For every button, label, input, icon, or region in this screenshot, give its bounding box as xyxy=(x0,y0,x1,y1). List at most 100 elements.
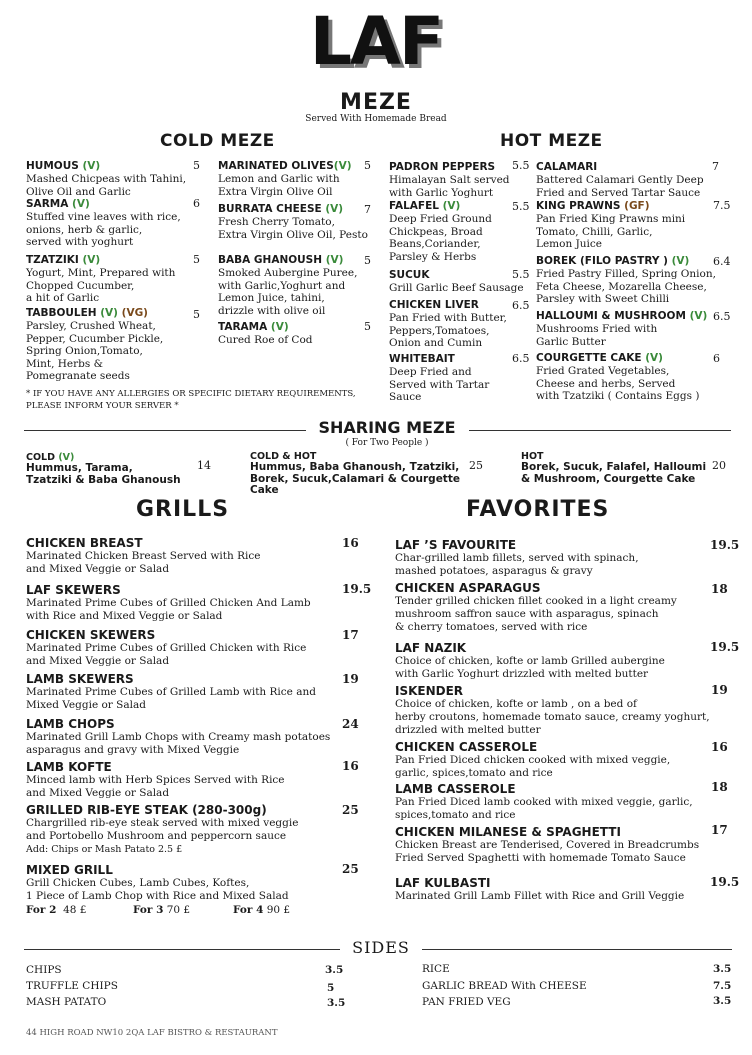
vegetarian-tag: (V) xyxy=(72,198,90,210)
cold-meze-title: COLD MEZE xyxy=(160,131,275,151)
option-price: 48 £ xyxy=(63,904,87,916)
menu-item: SUCUK Grill Garlic Beef Sausage xyxy=(389,269,524,295)
menu-item: SARMA (V) Stuffed vine leaves with rice,… xyxy=(26,198,206,249)
side-name: TRUFFLE CHIPS xyxy=(26,980,118,992)
sharing-option-price: 20 xyxy=(712,459,726,472)
menu-item: CHICKEN BREAST Marinated Chicken Breast … xyxy=(26,536,346,576)
item-price: 6 xyxy=(193,197,200,210)
item-description: Parsley, Crushed Wheat, Pepper, Cucumber… xyxy=(26,320,164,382)
item-description: Smoked Aubergine Puree, with Garlic,Yogh… xyxy=(218,267,358,317)
item-description: Mushrooms Fried with Garlic Butter xyxy=(536,323,658,348)
item-name: LAF ’S FAVOURITE xyxy=(395,538,517,552)
item-description: Mashed Chicpeas with Tahini, Olive Oil a… xyxy=(26,173,187,198)
menu-item: LAF KULBASTI Marinated Grill Lamb Fillet… xyxy=(395,876,715,903)
vegetarian-tag: (V) xyxy=(325,254,344,266)
menu-item: LAMB CHOPS Marinated Grill Lamb Chops wi… xyxy=(26,717,346,757)
item-description: Marinated Prime Cubes of Grilled Chicken… xyxy=(26,642,307,667)
menu-item: PADRON PEPPERS Himalayan Salt served wit… xyxy=(389,161,524,199)
item-name: KING PRAWNS xyxy=(536,200,621,212)
item-name: SARMA xyxy=(26,198,69,210)
item-price: 7 xyxy=(712,160,719,173)
item-description: Chicken Breast are Tenderised, Covered i… xyxy=(395,839,700,864)
vegetarian-tag: (V) xyxy=(442,200,461,212)
item-description: Yogurt, Mint, Prepared with Chopped Cucu… xyxy=(26,267,176,304)
menu-item: WHITEBAIT Deep Fried and Served with Tar… xyxy=(389,353,524,404)
item-description: Marinated Grill Lamb Fillet with Rice an… xyxy=(395,890,685,902)
item-price: 5.5 xyxy=(512,159,530,172)
side-name: MASH PATATO xyxy=(26,996,107,1008)
item-price: 5 xyxy=(364,254,371,267)
menu-item: BOREK (FILO PASTRY ) (V) Fried Pastry Fi… xyxy=(536,255,721,306)
item-description: Deep Fried Ground Chickpeas, Broad Beans… xyxy=(389,213,492,263)
favorites-title: FAVORITES xyxy=(466,497,610,522)
item-name: SUCUK xyxy=(389,269,430,281)
item-price: 5.5 xyxy=(512,200,530,213)
menu-item: BABA GHANOUSH (V) Smoked Aubergine Puree… xyxy=(218,254,368,317)
item-name: LAMB SKEWERS xyxy=(26,672,134,686)
meze-subtitle: Served With Homemade Bread xyxy=(305,114,447,124)
sides-title: SIDES xyxy=(352,938,410,957)
menu-item: TARAMA (V) Cured Roe of Cod xyxy=(218,321,368,347)
item-description: Cured Roe of Cod xyxy=(218,334,313,346)
menu-item: TZATZIKI (V) Yogurt, Mint, Prepared with… xyxy=(26,254,206,305)
item-price: 5 xyxy=(193,159,200,172)
item-name: LAF KULBASTI xyxy=(395,876,491,890)
item-name: BABA GHANOUSH xyxy=(218,254,323,266)
sharing-option-price: 14 xyxy=(197,459,211,472)
menu-item: TABBOULEH (V) (VG) Parsley, Crushed Whea… xyxy=(26,307,206,383)
menu-item: LAMB CASSEROLE Pan Fried Diced lamb cook… xyxy=(395,782,715,822)
sharing-option-description: Hummus, Tarama, Tzatziki & Baba Ghanoush xyxy=(26,462,181,486)
vegetarian-tag: (V) xyxy=(100,307,118,319)
item-description: Fried Grated Vegetables, Cheese and herb… xyxy=(536,365,700,402)
side-price: 3.5 xyxy=(325,964,344,976)
item-description: Marinated Chicken Breast Served with Ric… xyxy=(26,550,261,575)
item-description: Choice of chicken, kofte or lamb , on a … xyxy=(395,698,710,736)
item-price: 19.5 xyxy=(342,582,372,596)
sharing-meze-subtitle: ( For Two People ) xyxy=(345,438,429,448)
vegetarian-tag: (V) xyxy=(325,203,344,215)
item-name: LAMB CASSEROLE xyxy=(395,782,516,796)
menu-item: MARINATED OLIVES(V) Lemon and Garlic wit… xyxy=(218,160,368,198)
side-name: RICE xyxy=(422,963,450,975)
divider xyxy=(422,949,732,950)
item-name: MIXED GRILL xyxy=(26,863,113,877)
item-description: Marinated Prime Cubes of Grilled Chicken… xyxy=(26,597,311,622)
item-name: TZATZIKI xyxy=(26,254,79,266)
divider xyxy=(469,430,731,431)
item-name: TABBOULEH xyxy=(26,307,97,319)
item-price: 7.5 xyxy=(713,199,731,212)
vegetarian-tag: (V) xyxy=(82,254,101,266)
item-description: Chargrilled rib-eye steak served with mi… xyxy=(26,817,299,842)
item-price: 17 xyxy=(342,628,359,642)
item-description: Minced lamb with Herb Spices Served with… xyxy=(26,774,285,799)
option-label: For 3 xyxy=(133,904,164,916)
menu-item: HUMOUS (V) Mashed Chicpeas with Tahini, … xyxy=(26,160,206,198)
item-price: 18 xyxy=(711,582,728,596)
item-name: TARAMA xyxy=(218,321,268,333)
hot-meze-title: HOT MEZE xyxy=(500,131,603,151)
menu-item: LAF SKEWERS Marinated Prime Cubes of Gri… xyxy=(26,583,346,623)
sharing-option-description: Borek, Sucuk, Falafel, Halloumi & Mushro… xyxy=(521,461,707,485)
vegan-tag: (VG) xyxy=(121,307,148,319)
menu-item: LAMB KOFTE Minced lamb with Herb Spices … xyxy=(26,760,346,800)
item-description: Pan Fried Diced chicken cooked with mixe… xyxy=(395,754,671,779)
item-price: 6.4 xyxy=(713,255,731,268)
item-description: Pan Fried King Prawns mini Tomato, Chill… xyxy=(536,213,686,250)
item-price: 5 xyxy=(364,159,371,172)
item-name: ISKENDER xyxy=(395,684,464,698)
item-name: FALAFEL xyxy=(389,200,439,212)
item-description: Himalayan Salt served with Garlic Yoghur… xyxy=(389,174,510,199)
menu-item: CHICKEN ASPARAGUS Tender grilled chicken… xyxy=(395,581,715,634)
item-name: LAMB KOFTE xyxy=(26,760,112,774)
item-description: Char-grilled lamb fillets, served with s… xyxy=(395,552,639,577)
menu-item: CHICKEN SKEWERS Marinated Prime Cubes of… xyxy=(26,628,346,668)
vegetarian-tag: (V) xyxy=(82,160,101,172)
item-description: Lemon and Garlic with Extra Virgin Olive… xyxy=(218,173,340,198)
side-price: 3.5 xyxy=(327,997,346,1009)
item-price: 19.5 xyxy=(710,875,740,889)
side-name: CHIPS xyxy=(26,964,62,976)
menu-item: COURGETTE CAKE (V) Fried Grated Vegetabl… xyxy=(536,352,726,403)
menu-item: ISKENDER Choice of chicken, kofte or lam… xyxy=(395,684,725,737)
item-price: 19 xyxy=(711,683,728,697)
vegetarian-tag: (V) xyxy=(689,310,708,322)
